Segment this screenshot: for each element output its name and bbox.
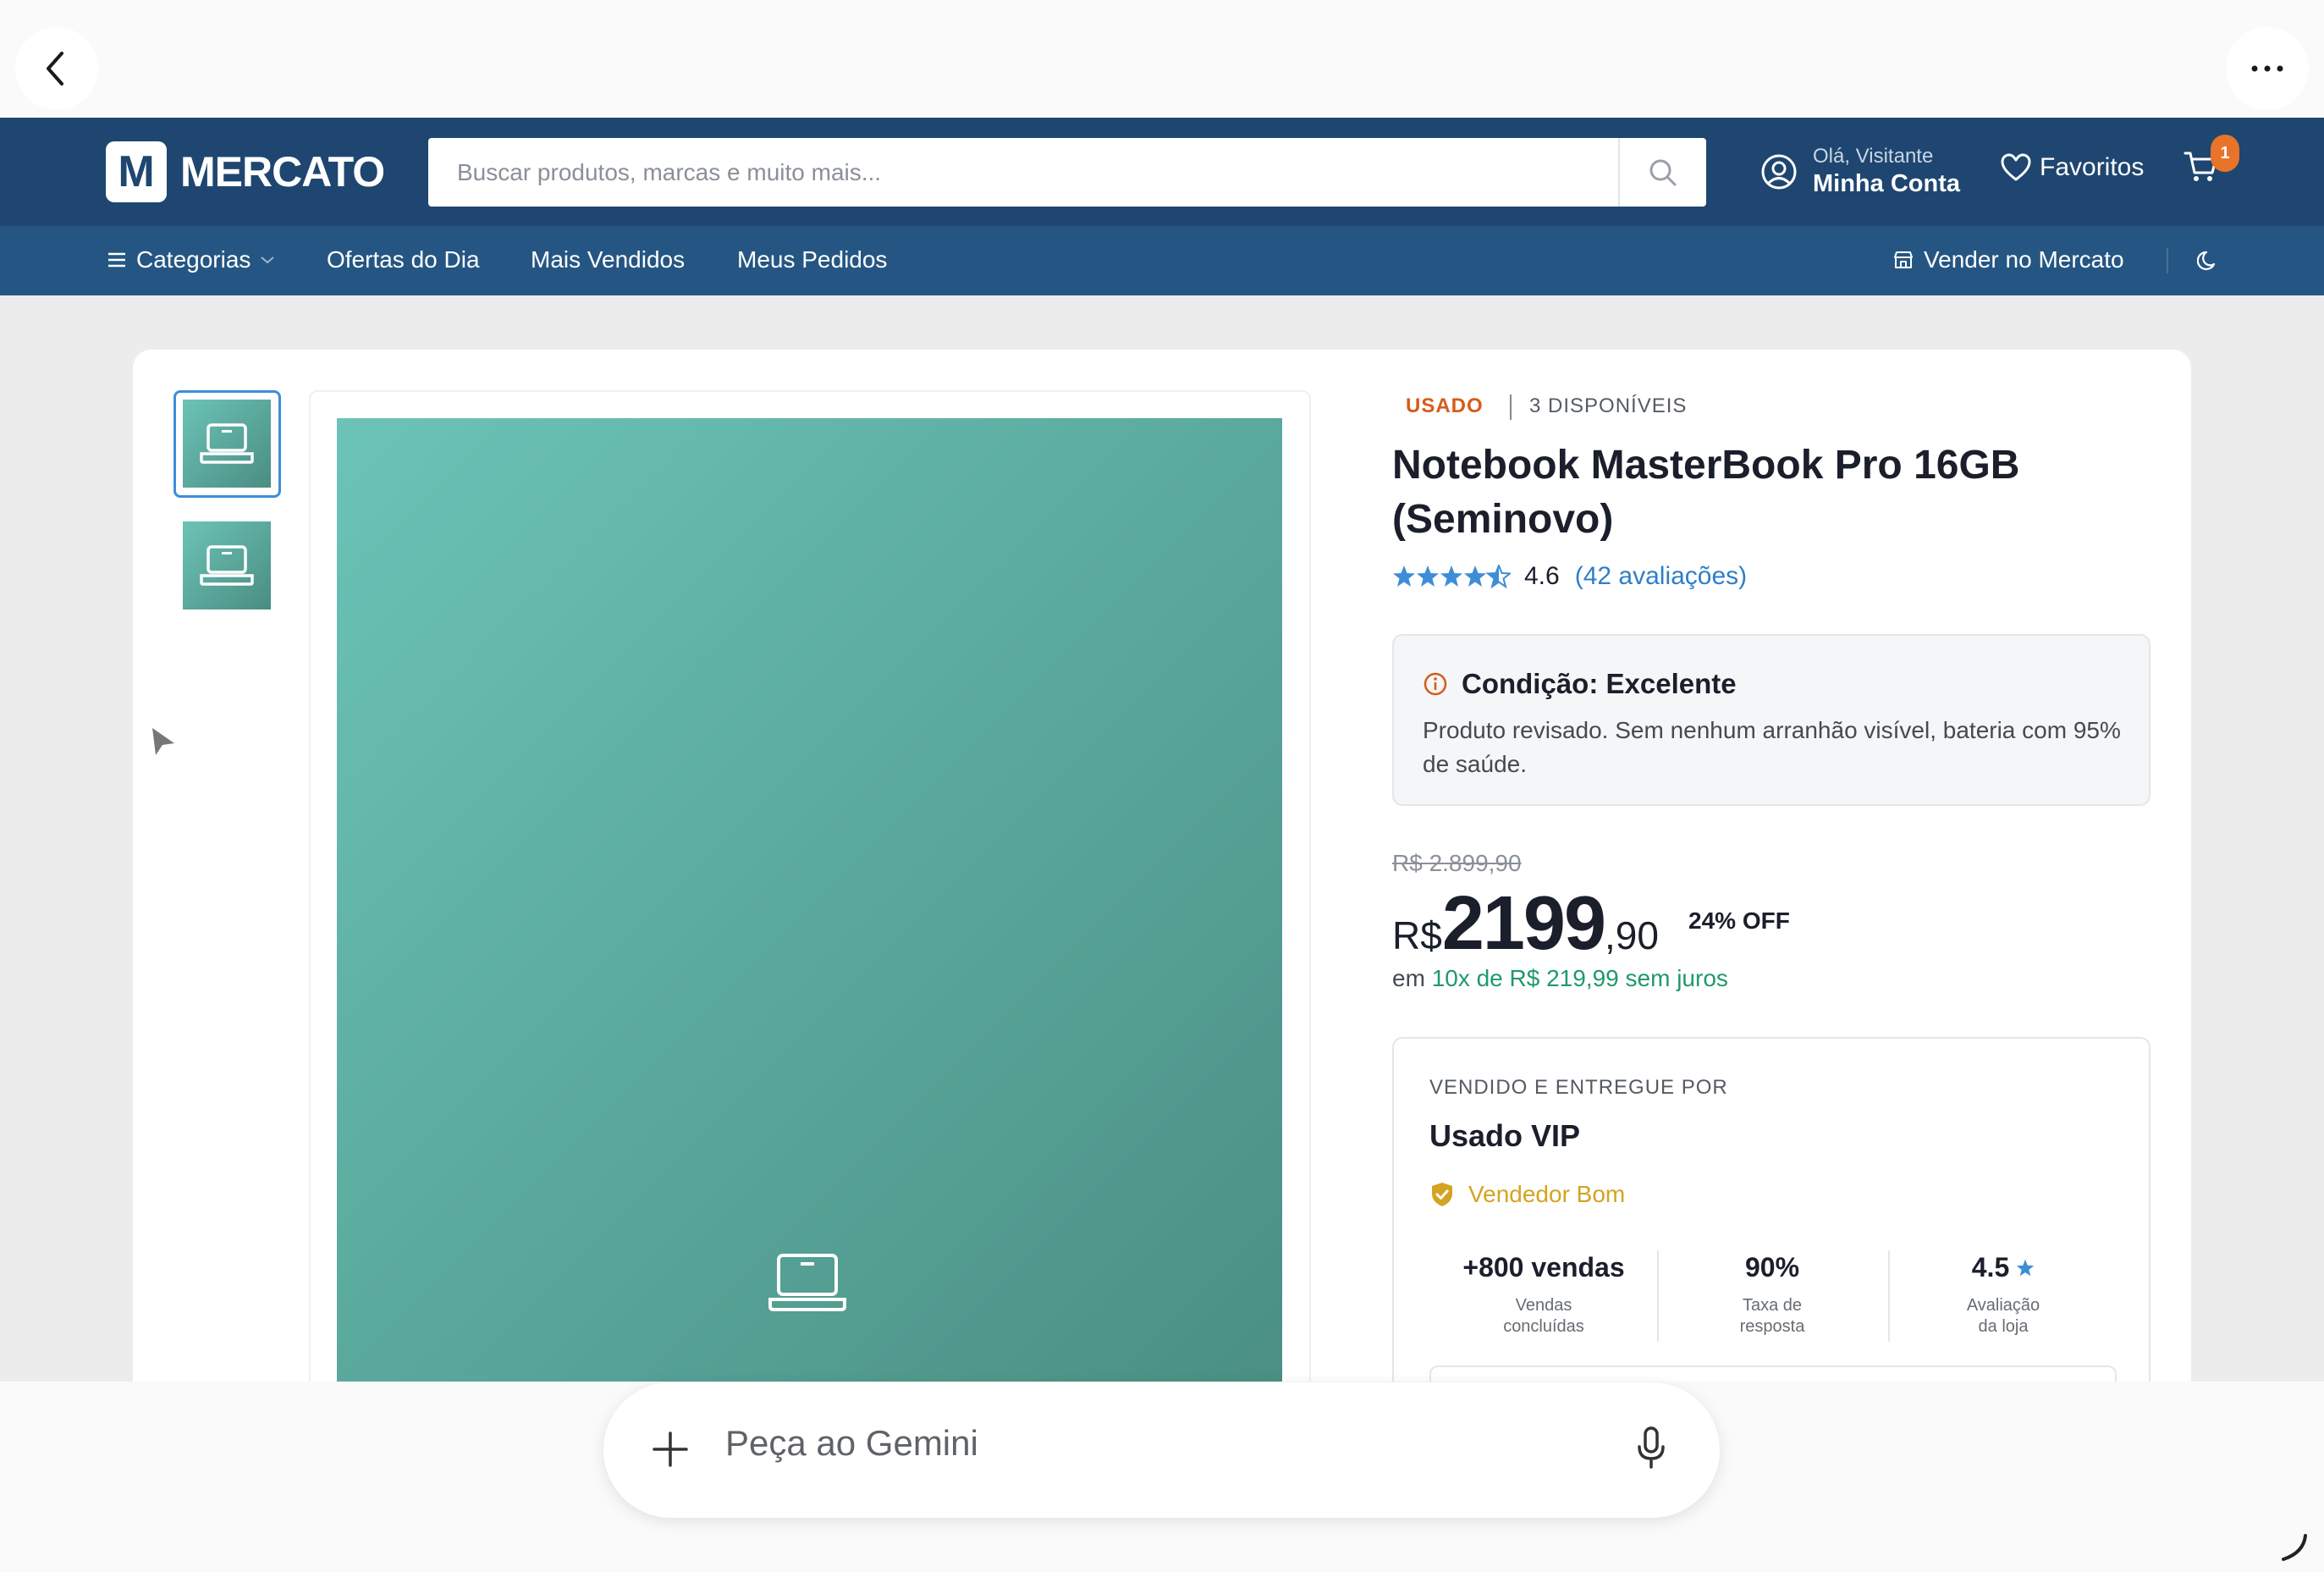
nav-categories[interactable]: Categorias (107, 246, 276, 273)
seller-tag-label: Vendedor Bom (1468, 1181, 1626, 1207)
laptop-icon (768, 1254, 846, 1311)
account-menu[interactable]: Olá, Visitante Minha Conta (1760, 145, 1960, 198)
condition-title: Condição: Excelente (1462, 668, 1737, 699)
gemini-input-placeholder[interactable]: Peça ao Gemini (725, 1423, 978, 1464)
chevron-down-icon (261, 256, 275, 264)
chevron-left-icon (47, 52, 63, 85)
stat-sales-label: Vendas concluídas (1503, 1296, 1584, 1336)
nav-divider (2167, 248, 2168, 273)
nav-sell-link[interactable]: Vender no Mercato (1893, 246, 2124, 273)
laptop-icon (200, 545, 254, 586)
loading-spinner-icon (2277, 1531, 2310, 1569)
installments-text: 10x de R$ 219,99 sem juros (1431, 965, 1728, 991)
microphone-icon[interactable] (1634, 1425, 1668, 1472)
nav-sell-label: Vender no Mercato (1924, 246, 2124, 273)
gemini-prompt-bar[interactable]: Peça ao Gemini (603, 1382, 1720, 1518)
badge-divider (1510, 394, 1512, 420)
favorites-label: Favoritos (2040, 153, 2145, 181)
dark-mode-toggle[interactable] (2197, 248, 2221, 272)
installments-prefix: em (1392, 965, 1425, 991)
product-title: Notebook MasterBook Pro 16GB (Seminovo) (1392, 443, 2020, 542)
thumbnail-1[interactable] (183, 400, 271, 488)
thumbnail-2[interactable] (183, 521, 271, 609)
star-icon (2017, 1259, 2035, 1276)
nav-categories-label: Categorias (136, 246, 251, 273)
logo-mark: M (106, 141, 167, 202)
nav-item-mais-vendidos[interactable]: Mais Vendidos (531, 246, 685, 273)
search-input[interactable] (428, 138, 1618, 207)
rating-value: 4.6 (1524, 562, 1560, 590)
stat-sales-value: +800 vendas (1462, 1252, 1625, 1282)
laptop-icon (200, 423, 254, 464)
stat-sales: +800 vendas Vendas concluídas (1429, 1252, 1658, 1338)
account-greeting: Olá, Visitante (1813, 145, 1934, 168)
condition-badge: USADO (1406, 394, 1484, 417)
site-header: M MERCATO Olá, Visitante Minha Conta Fav… (0, 118, 2324, 226)
reviews-link[interactable]: (42 avaliações) (1575, 562, 1747, 591)
stat-store-rating: 4.5 Avaliação da loja (1889, 1252, 2117, 1338)
main-nav: Categorias Ofertas do Dia Mais Vendidos … (0, 226, 2324, 295)
user-circle-icon (1761, 154, 1797, 189)
search-bar (428, 138, 1706, 207)
old-price: R$ 2.899,90 (1392, 850, 1522, 876)
cart-button[interactable]: 1 (2184, 135, 2239, 188)
stat-response: 90% Taxa de resposta (1658, 1252, 1886, 1338)
price-currency: R$ (1392, 913, 1442, 957)
back-button[interactable] (15, 27, 98, 110)
plus-icon[interactable] (647, 1426, 693, 1472)
nav-item-ofertas[interactable]: Ofertas do Dia (327, 246, 480, 273)
stock-count: 3 DISPONÍVEIS (1529, 394, 1688, 417)
condition-box: Condição: Excelente Produto revisado. Se… (1392, 634, 2151, 806)
heart-icon (2001, 153, 2031, 181)
shield-check-icon (1432, 1183, 1452, 1206)
mouse-cursor (151, 726, 176, 761)
info-icon (1424, 672, 1447, 696)
installments-info: em 10x de R$ 219,99 sem juros (1392, 965, 1728, 992)
search-button[interactable] (1618, 138, 1706, 207)
star-rating-icon (1393, 565, 1511, 588)
main-product-image[interactable] (337, 418, 1282, 1451)
cart-count-badge: 1 (2211, 135, 2239, 172)
menu-icon (108, 252, 125, 268)
stat-store-rating-value: 4.5 (1889, 1252, 2117, 1283)
logo-text: MERCATO (180, 148, 385, 196)
stat-store-rating-label: Avaliação da loja (1966, 1296, 2040, 1336)
condition-description: Produto revisado. Sem nenhum arranhão vi… (1423, 717, 2121, 777)
seller-reputation: Vendedor Bom (1429, 1181, 1625, 1208)
stat-response-value: 90% (1744, 1252, 1800, 1282)
price-cents: ,90 (1605, 913, 1659, 957)
discount-badge: 24% OFF (1688, 907, 1790, 934)
more-options-button[interactable] (2226, 27, 2309, 110)
cursor-arrow-icon (152, 728, 174, 755)
search-icon (1649, 159, 1677, 185)
price-integer: 2199 (1441, 881, 1606, 966)
store-icon (1894, 251, 1913, 268)
browser-top-bar (0, 0, 2324, 118)
more-dots-icon (2251, 65, 2283, 72)
favorites-link[interactable]: Favoritos (2001, 153, 2144, 182)
seller-name[interactable]: Usado VIP (1429, 1118, 1580, 1154)
nav-item-meus-pedidos[interactable]: Meus Pedidos (737, 246, 887, 273)
current-price: R$ 2199 ,90 (1392, 880, 1659, 968)
moon-icon (2197, 251, 2216, 271)
seller-label: VENDIDO E ENTREGUE POR (1429, 1076, 1728, 1099)
site-logo[interactable]: M MERCATO (106, 141, 385, 202)
product-rating: 4.6 (42 avaliações) (1392, 562, 1747, 591)
account-label: Minha Conta (1813, 170, 1960, 197)
stat-response-label: Taxa de resposta (1739, 1296, 1805, 1336)
